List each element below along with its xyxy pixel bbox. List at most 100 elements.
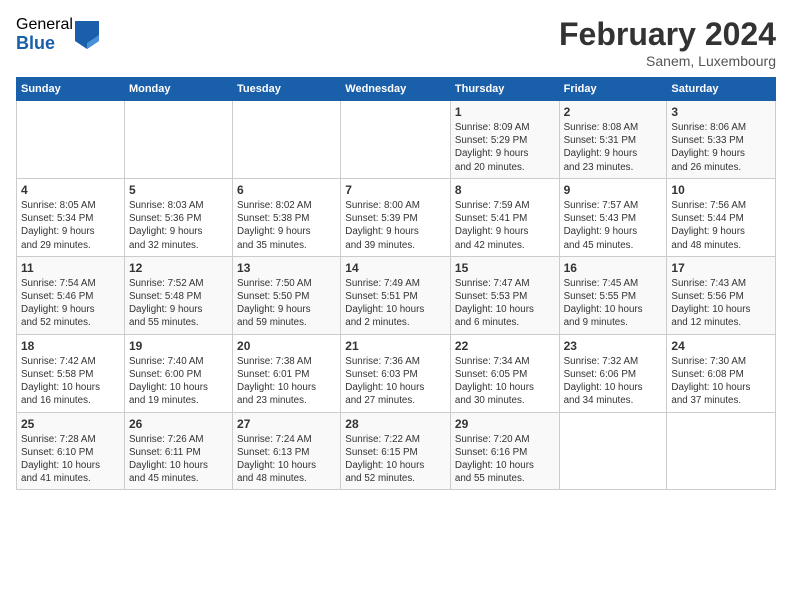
location: Sanem, Luxembourg [559,53,776,69]
cell-info: Sunrise: 7:45 AM Sunset: 5:55 PM Dayligh… [564,277,663,330]
cell-info: Sunrise: 7:36 AM Sunset: 6:03 PM Dayligh… [345,355,446,408]
calendar-cell: 14 Sunrise: 7:49 AM Sunset: 5:51 PM Dayli… [341,256,451,334]
title-block: February 2024 Sanem, Luxembourg [559,16,776,69]
calendar-cell: 25Sunrise: 7:28 AM Sunset: 6:10 PM Dayli… [17,412,125,490]
month-title: February 2024 [559,16,776,53]
cell-day-number: 21 [345,339,446,353]
calendar-cell: 3 Sunrise: 8:06 AM Sunset: 5:33 PM Daylig… [667,101,776,179]
cell-info: Sunrise: 8:08 AM Sunset: 5:31 PM Dayligh… [564,121,663,174]
cell-day-number: 24 [671,339,771,353]
cell-day-number: 20 [237,339,336,353]
cell-info: Sunrise: 7:59 AM Sunset: 5:41 PM Dayligh… [455,199,555,252]
cell-info: Sunrise: 7:34 AM Sunset: 6:05 PM Dayligh… [455,355,555,408]
cell-info: Sunrise: 7:28 AM Sunset: 6:10 PM Dayligh… [21,433,120,486]
cell-info: Sunrise: 7:52 AM Sunset: 5:48 PM Dayligh… [129,277,228,330]
calendar-cell [559,412,667,490]
cell-info: Sunrise: 8:03 AM Sunset: 5:36 PM Dayligh… [129,199,228,252]
cell-info: Sunrise: 8:00 AM Sunset: 5:39 PM Dayligh… [345,199,446,252]
cell-info: Sunrise: 7:24 AM Sunset: 6:13 PM Dayligh… [237,433,336,486]
calendar-cell: 7 Sunrise: 8:00 AM Sunset: 5:39 PM Daylig… [341,178,451,256]
cell-info: Sunrise: 7:30 AM Sunset: 6:08 PM Dayligh… [671,355,771,408]
calendar-cell: 12 Sunrise: 7:52 AM Sunset: 5:48 PM Dayli… [124,256,232,334]
calendar-cell: 26 Sunrise: 7:26 AM Sunset: 6:11 PM Dayli… [124,412,232,490]
cell-day-number: 4 [21,183,120,197]
cell-info: Sunrise: 7:20 AM Sunset: 6:16 PM Dayligh… [455,433,555,486]
calendar-week-3: 11 Sunrise: 7:54 AM Sunset: 5:46 PM Dayli… [17,256,776,334]
cell-info: Sunrise: 7:57 AM Sunset: 5:43 PM Dayligh… [564,199,663,252]
calendar-cell: 27 Sunrise: 7:24 AM Sunset: 6:13 PM Dayli… [233,412,341,490]
calendar-cell: 13 Sunrise: 7:50 AM Sunset: 5:50 PM Dayli… [233,256,341,334]
calendar-week-1: 1Sunrise: 8:09 AM Sunset: 5:29 PM Daylig… [17,101,776,179]
calendar-cell [233,101,341,179]
calendar-cell: 10Sunrise: 7:56 AM Sunset: 5:44 PM Dayli… [667,178,776,256]
calendar-cell: 4 Sunrise: 8:05 AM Sunset: 5:34 PM Daylig… [17,178,125,256]
day-header-wednesday: Wednesday [341,78,451,101]
calendar-cell: 5Sunrise: 8:03 AM Sunset: 5:36 PM Daylig… [124,178,232,256]
calendar-cell: 24 Sunrise: 7:30 AM Sunset: 6:08 PM Dayli… [667,334,776,412]
calendar-week-2: 4 Sunrise: 8:05 AM Sunset: 5:34 PM Daylig… [17,178,776,256]
day-header-sunday: Sunday [17,78,125,101]
page: General Blue February 2024 Sanem, Luxemb… [0,0,792,612]
cell-info: Sunrise: 7:42 AM Sunset: 5:58 PM Dayligh… [21,355,120,408]
cell-info: Sunrise: 7:32 AM Sunset: 6:06 PM Dayligh… [564,355,663,408]
cell-info: Sunrise: 7:54 AM Sunset: 5:46 PM Dayligh… [21,277,120,330]
cell-day-number: 19 [129,339,228,353]
logo-text: General Blue [16,16,73,53]
day-header-tuesday: Tuesday [233,78,341,101]
cell-day-number: 8 [455,183,555,197]
cell-day-number: 13 [237,261,336,275]
calendar-cell: 11 Sunrise: 7:54 AM Sunset: 5:46 PM Dayli… [17,256,125,334]
cell-info: Sunrise: 7:50 AM Sunset: 5:50 PM Dayligh… [237,277,336,330]
cell-day-number: 10 [671,183,771,197]
day-header-thursday: Thursday [450,78,559,101]
calendar-cell: 19Sunrise: 7:40 AM Sunset: 6:00 PM Dayli… [124,334,232,412]
day-header-friday: Friday [559,78,667,101]
cell-info: Sunrise: 7:49 AM Sunset: 5:51 PM Dayligh… [345,277,446,330]
calendar-cell: 18 Sunrise: 7:42 AM Sunset: 5:58 PM Dayli… [17,334,125,412]
calendar-cell [124,101,232,179]
calendar-cell: 15 Sunrise: 7:47 AM Sunset: 5:53 PM Dayli… [450,256,559,334]
cell-day-number: 9 [564,183,663,197]
cell-day-number: 1 [455,105,555,119]
calendar-cell: 23 Sunrise: 7:32 AM Sunset: 6:06 PM Dayli… [559,334,667,412]
logo-blue: Blue [16,34,73,54]
cell-info: Sunrise: 7:47 AM Sunset: 5:53 PM Dayligh… [455,277,555,330]
cell-info: Sunrise: 7:26 AM Sunset: 6:11 PM Dayligh… [129,433,228,486]
header: General Blue February 2024 Sanem, Luxemb… [16,16,776,69]
calendar-cell: 17 Sunrise: 7:43 AM Sunset: 5:56 PM Dayli… [667,256,776,334]
calendar-week-5: 25Sunrise: 7:28 AM Sunset: 6:10 PM Dayli… [17,412,776,490]
cell-day-number: 29 [455,417,555,431]
calendar-week-4: 18 Sunrise: 7:42 AM Sunset: 5:58 PM Dayli… [17,334,776,412]
cell-info: Sunrise: 7:38 AM Sunset: 6:01 PM Dayligh… [237,355,336,408]
cell-info: Sunrise: 7:43 AM Sunset: 5:56 PM Dayligh… [671,277,771,330]
cell-day-number: 14 [345,261,446,275]
cell-day-number: 28 [345,417,446,431]
calendar-cell [341,101,451,179]
calendar-cell: 16 Sunrise: 7:45 AM Sunset: 5:55 PM Dayli… [559,256,667,334]
cell-day-number: 17 [671,261,771,275]
cell-day-number: 26 [129,417,228,431]
calendar-cell: 2Sunrise: 8:08 AM Sunset: 5:31 PM Daylig… [559,101,667,179]
cell-day-number: 23 [564,339,663,353]
cell-info: Sunrise: 8:05 AM Sunset: 5:34 PM Dayligh… [21,199,120,252]
calendar-cell: 9 Sunrise: 7:57 AM Sunset: 5:43 PM Daylig… [559,178,667,256]
calendar-cell: 29 Sunrise: 7:20 AM Sunset: 6:16 PM Dayli… [450,412,559,490]
cell-day-number: 16 [564,261,663,275]
cell-day-number: 12 [129,261,228,275]
cell-day-number: 6 [237,183,336,197]
cell-day-number: 3 [671,105,771,119]
day-header-saturday: Saturday [667,78,776,101]
logo-general: General [16,16,73,34]
cell-day-number: 11 [21,261,120,275]
cell-day-number: 27 [237,417,336,431]
cell-day-number: 7 [345,183,446,197]
calendar-cell: 21 Sunrise: 7:36 AM Sunset: 6:03 PM Dayli… [341,334,451,412]
cell-day-number: 18 [21,339,120,353]
logo: General Blue [16,16,99,53]
calendar-cell [667,412,776,490]
cell-info: Sunrise: 8:06 AM Sunset: 5:33 PM Dayligh… [671,121,771,174]
calendar-cell: 6Sunrise: 8:02 AM Sunset: 5:38 PM Daylig… [233,178,341,256]
cell-day-number: 15 [455,261,555,275]
calendar-cell: 8 Sunrise: 7:59 AM Sunset: 5:41 PM Daylig… [450,178,559,256]
logo-icon [75,21,99,49]
